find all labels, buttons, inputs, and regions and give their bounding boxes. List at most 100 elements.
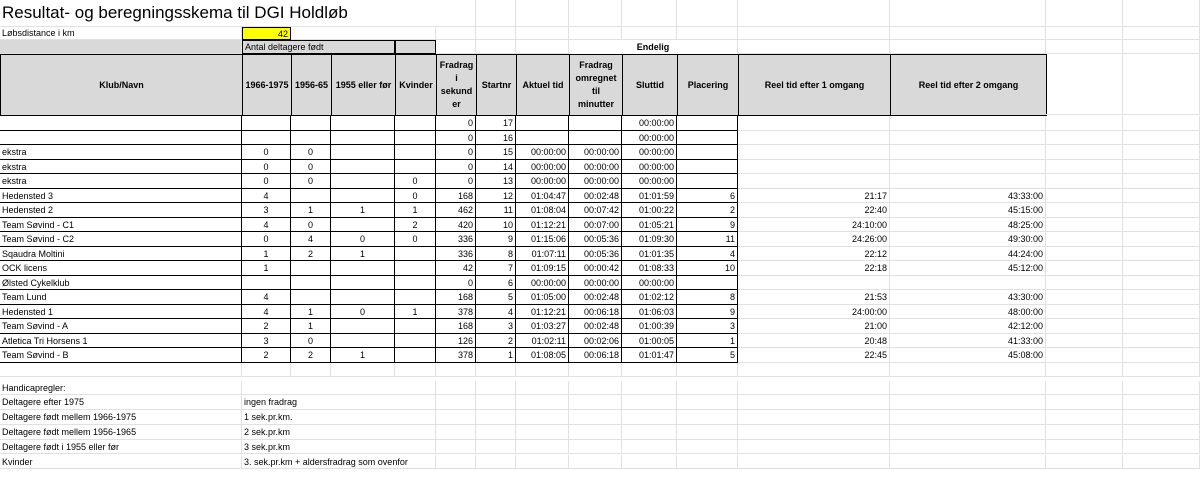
startnr-cell[interactable]: 13: [476, 174, 516, 189]
header-reel-1-omgang[interactable]: Reel tid efter 1 omgang: [738, 54, 891, 116]
cell[interactable]: [1123, 395, 1200, 411]
cell[interactable]: [331, 362, 395, 377]
cell[interactable]: [1046, 304, 1123, 319]
count-1956-65-cell[interactable]: [291, 275, 331, 290]
sluttid-cell[interactable]: 01:08:33: [622, 261, 677, 276]
klub-name-cell[interactable]: [0, 116, 242, 131]
klub-name-cell[interactable]: Team Søvind - C2: [0, 232, 242, 247]
cell[interactable]: [476, 40, 516, 54]
reel2-cell[interactable]: 44:24:00: [890, 246, 1046, 261]
count-kvinder-cell[interactable]: 1: [395, 203, 436, 218]
cell[interactable]: [677, 454, 738, 470]
klub-name-cell[interactable]: Team Søvind - C1: [0, 217, 242, 232]
cell[interactable]: [476, 410, 516, 425]
cell[interactable]: [677, 362, 738, 377]
count-1966-1975-cell[interactable]: [242, 116, 291, 131]
count-1955-cell[interactable]: [331, 333, 395, 348]
count-1955-cell[interactable]: 0: [331, 304, 395, 319]
cell[interactable]: [436, 0, 476, 27]
cell[interactable]: [1123, 319, 1200, 334]
cell[interactable]: [569, 424, 622, 440]
group-header[interactable]: Antal deltagere født: [242, 40, 395, 54]
cell[interactable]: [1123, 424, 1200, 440]
cell[interactable]: [1123, 380, 1200, 396]
count-1956-65-cell[interactable]: 0: [291, 159, 331, 174]
cell[interactable]: [516, 362, 569, 377]
sluttid-cell[interactable]: 01:05:21: [622, 217, 677, 232]
rule-label[interactable]: Deltagere født mellem 1956-1965: [0, 424, 242, 440]
sluttid-cell[interactable]: 00:00:00: [622, 174, 677, 189]
fradrag-sek-cell[interactable]: 168: [436, 188, 476, 203]
cell[interactable]: [622, 27, 677, 40]
fradrag-sek-cell[interactable]: 168: [436, 290, 476, 305]
cell[interactable]: [476, 395, 516, 411]
count-kvinder-cell[interactable]: [395, 159, 436, 174]
header-fradrag-sekunder[interactable]: Fradrag i sekund er: [436, 54, 477, 116]
cell[interactable]: [890, 380, 1046, 396]
cell[interactable]: [677, 27, 738, 40]
aktuel-tid-cell[interactable]: 01:15:06: [516, 232, 569, 247]
cell[interactable]: [291, 27, 436, 40]
cell[interactable]: [1046, 246, 1123, 261]
aktuel-tid-cell[interactable]: 01:12:21: [516, 304, 569, 319]
cell[interactable]: [1123, 362, 1200, 377]
cell[interactable]: [1123, 348, 1200, 363]
aktuel-tid-cell[interactable]: 00:00:00: [516, 275, 569, 290]
count-1956-65-cell[interactable]: 1: [291, 203, 331, 218]
cell[interactable]: [738, 410, 890, 425]
fradrag-min-cell[interactable]: 00:00:42: [569, 261, 622, 276]
cell[interactable]: [1046, 232, 1123, 247]
cell[interactable]: [1046, 424, 1123, 440]
reel1-cell[interactable]: [738, 130, 890, 145]
count-1955-cell[interactable]: [331, 261, 395, 276]
cell[interactable]: [622, 362, 677, 377]
header-aktuel-tid[interactable]: Aktuel tid: [516, 54, 570, 116]
cell[interactable]: [1123, 439, 1200, 455]
fradrag-min-cell[interactable]: 00:02:48: [569, 319, 622, 334]
count-1966-1975-cell[interactable]: 0: [242, 159, 291, 174]
cell[interactable]: [622, 439, 677, 455]
klub-name-cell[interactable]: OCK licens: [0, 261, 242, 276]
startnr-cell[interactable]: 6: [476, 275, 516, 290]
count-kvinder-cell[interactable]: [395, 348, 436, 363]
cell[interactable]: [0, 362, 242, 377]
cell[interactable]: [738, 439, 890, 455]
reel1-cell[interactable]: 20:48: [738, 333, 890, 348]
count-1955-cell[interactable]: 1: [331, 246, 395, 261]
aktuel-tid-cell[interactable]: 01:07:11: [516, 246, 569, 261]
fradrag-sek-cell[interactable]: 0: [436, 174, 476, 189]
header-reel-2-omgang[interactable]: Reel tid efter 2 omgang: [890, 54, 1047, 116]
startnr-cell[interactable]: 17: [476, 116, 516, 131]
count-1956-65-cell[interactable]: [291, 188, 331, 203]
cell[interactable]: [738, 362, 890, 377]
reel2-cell[interactable]: 41:33:00: [890, 333, 1046, 348]
placering-cell[interactable]: 5: [677, 348, 738, 363]
cell[interactable]: [569, 362, 622, 377]
cell[interactable]: [436, 410, 476, 425]
cell[interactable]: [738, 0, 890, 27]
reel2-cell[interactable]: 45:12:00: [890, 261, 1046, 276]
klub-name-cell[interactable]: Ølsted Cykelklub: [0, 275, 242, 290]
count-1956-65-cell[interactable]: 0: [291, 217, 331, 232]
cell[interactable]: [436, 27, 476, 40]
rule-value[interactable]: 2 sek.pr.km: [242, 424, 436, 440]
cell[interactable]: [1123, 0, 1200, 27]
count-1955-cell[interactable]: 1: [331, 203, 395, 218]
reel2-cell[interactable]: 43:30:00: [890, 290, 1046, 305]
rule-label[interactable]: Deltagere født i 1955 eller før: [0, 439, 242, 455]
startnr-cell[interactable]: 10: [476, 217, 516, 232]
fradrag-sek-cell[interactable]: 168: [436, 319, 476, 334]
cell[interactable]: [1046, 174, 1123, 189]
cell[interactable]: [569, 454, 622, 470]
count-kvinder-cell[interactable]: [395, 319, 436, 334]
cell[interactable]: [436, 380, 476, 396]
cell[interactable]: [1046, 290, 1123, 305]
reel2-cell[interactable]: [890, 116, 1046, 131]
placering-cell[interactable]: [677, 159, 738, 174]
cell[interactable]: [0, 40, 242, 54]
cell[interactable]: [622, 0, 677, 27]
cell[interactable]: [1123, 27, 1200, 40]
rule-value[interactable]: 1 sek.pr.km.: [242, 410, 436, 425]
klub-name-cell[interactable]: Team Søvind - B: [0, 348, 242, 363]
cell[interactable]: [516, 27, 569, 40]
